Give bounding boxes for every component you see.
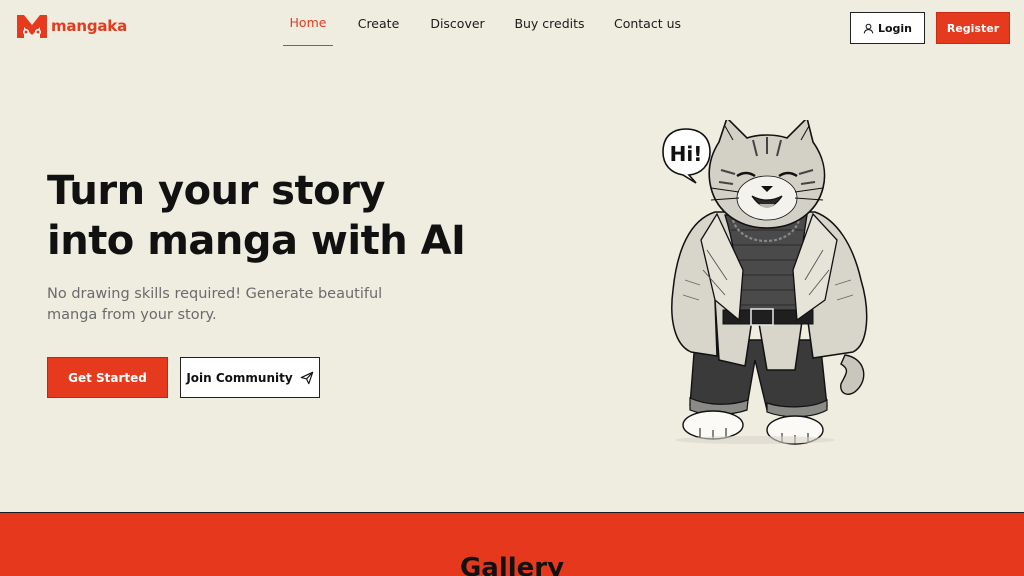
nav-item-discover[interactable]: Discover (424, 0, 491, 46)
nav-item-buy-credits[interactable]: Buy credits (491, 0, 608, 46)
main-nav: Home Create Discover Buy credits Contact… (283, 0, 687, 46)
join-community-button[interactable]: Join Community (180, 357, 320, 398)
hero-title: Turn your story into manga with AI (47, 166, 527, 266)
gallery-title: Gallery (459, 553, 565, 576)
cat-mascot-illustration: Hi! (662, 120, 868, 445)
hero-title-line-2: into manga with AI (47, 218, 466, 264)
login-label: Login (877, 21, 913, 35)
gallery-section: Gallery (0, 512, 1024, 576)
hero-title-line-1: Turn your story (47, 168, 385, 214)
nav-item-contact-us[interactable]: Contact us (608, 0, 687, 46)
brand-logo[interactable]: mangaka (16, 13, 127, 39)
speech-bubble-text: Hi! (670, 142, 703, 166)
join-community-label: Join Community (186, 370, 293, 385)
get-started-button[interactable]: Get Started (47, 357, 168, 398)
brand-name: mangaka (51, 17, 127, 35)
speech-bubble: Hi! (662, 128, 711, 184)
user-icon (863, 23, 874, 33)
register-button[interactable]: Register (936, 12, 1010, 44)
nav-item-home[interactable]: Home (283, 0, 333, 46)
nav-item-create[interactable]: Create (333, 0, 424, 46)
login-button[interactable]: Login (850, 12, 925, 44)
mangaka-logo-icon (17, 15, 47, 38)
hero-subtitle: No drawing skills required! Generate bea… (47, 286, 383, 323)
send-icon (300, 371, 313, 384)
